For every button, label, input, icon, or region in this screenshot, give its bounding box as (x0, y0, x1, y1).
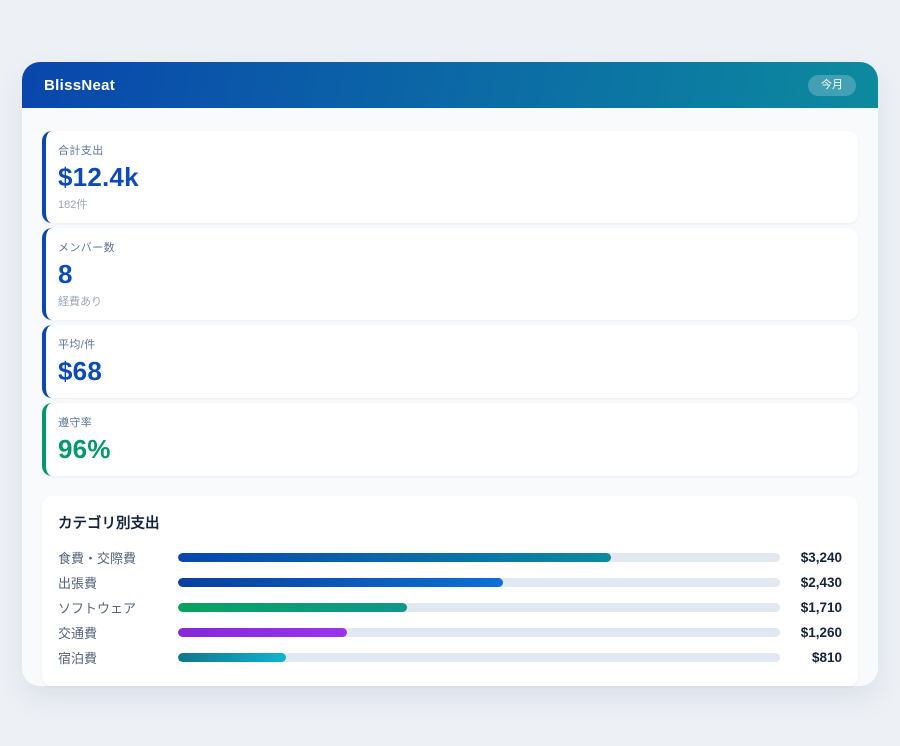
stat-value: 8 (58, 260, 842, 290)
category-row: 食費・交際費 $3,240 (58, 545, 842, 570)
stat-value: $68 (58, 357, 842, 387)
page-background: BlissNeat 今月 合計支出 $12.4k 182件 メンバー数 8 経費… (0, 0, 900, 746)
main-content: 合計支出 $12.4k 182件 メンバー数 8 経費あり 平均/件 $68 遵… (22, 108, 878, 706)
app-panel: BlissNeat 今月 合計支出 $12.4k 182件 メンバー数 8 経費… (22, 62, 878, 686)
app-header: BlissNeat 今月 (22, 62, 878, 108)
category-row-value: $1,260 (786, 625, 842, 640)
category-row: ソフトウェア $1,710 (58, 595, 842, 620)
category-bar-fill (178, 653, 286, 662)
stat-card: 合計支出 $12.4k 182件 (42, 131, 858, 223)
category-row-label: 食費・交際費 (58, 548, 178, 567)
stat-label: 遵守率 (58, 414, 842, 430)
category-row-value: $1,710 (786, 600, 842, 615)
category-bar-track (178, 603, 780, 612)
stat-card: 平均/件 $68 (42, 325, 858, 398)
category-bar-track (178, 578, 780, 587)
stat-subtext: 経費あり (58, 293, 842, 309)
category-row: 出張費 $2,430 (58, 570, 842, 595)
stat-cards: 合計支出 $12.4k 182件 メンバー数 8 経費あり 平均/件 $68 遵… (42, 131, 858, 476)
category-bar-fill (178, 603, 407, 612)
category-bar-track (178, 553, 780, 562)
category-row-label: 出張費 (58, 573, 178, 592)
app-title: BlissNeat (44, 77, 115, 94)
category-row: 宿泊費 $810 (58, 645, 842, 670)
category-bar-fill (178, 578, 503, 587)
category-bar-fill (178, 553, 611, 562)
category-row-label: 交通費 (58, 623, 178, 642)
stat-value: $12.4k (58, 163, 842, 193)
category-bar-fill (178, 628, 347, 637)
category-row-value: $3,240 (786, 550, 842, 565)
stat-card: 遵守率 96% (42, 403, 858, 476)
stat-value: 96% (58, 435, 842, 465)
stat-card: メンバー数 8 経費あり (42, 228, 858, 320)
category-bar-track (178, 653, 780, 662)
stat-label: メンバー数 (58, 239, 842, 255)
category-row: 交通費 $1,260 (58, 620, 842, 645)
category-row-label: ソフトウェア (58, 598, 178, 617)
category-row-label: 宿泊費 (58, 648, 178, 667)
stat-label: 合計支出 (58, 142, 842, 158)
category-row-value: $810 (786, 650, 842, 665)
period-badge[interactable]: 今月 (808, 75, 856, 96)
category-row-value: $2,430 (786, 575, 842, 590)
category-card: カテゴリ別支出 食費・交際費 $3,240 出張費 $2,430 ソフトウェア … (42, 496, 858, 686)
stat-label: 平均/件 (58, 336, 842, 352)
category-title: カテゴリ別支出 (58, 512, 842, 533)
category-bar-track (178, 628, 780, 637)
stat-subtext: 182件 (58, 196, 842, 212)
category-rows: 食費・交際費 $3,240 出張費 $2,430 ソフトウェア $1,710 交… (58, 545, 842, 670)
